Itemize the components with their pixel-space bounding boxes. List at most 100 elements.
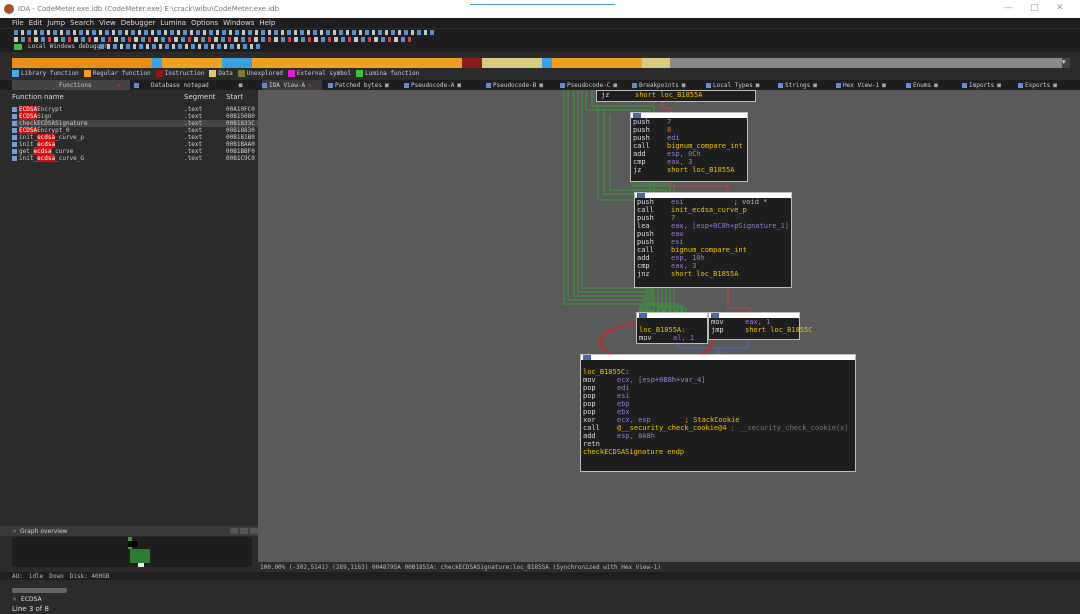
toolbar-1 bbox=[0, 29, 1080, 36]
overview-float-icon[interactable] bbox=[240, 528, 248, 534]
close-icon[interactable]: ✕ bbox=[1056, 3, 1064, 13]
function-row[interactable]: get_ecdsa_curve .text 00B1BBF0 bbox=[12, 148, 258, 155]
function-segment: .text bbox=[184, 134, 203, 141]
navigation-band[interactable]: ▾ bbox=[12, 58, 1070, 68]
tab-functions[interactable]: Functions ✕ bbox=[12, 80, 130, 90]
graph-status-bar: 100.00% (-302,5141) (289,1163) 0048795A … bbox=[258, 562, 1080, 572]
function-icon bbox=[12, 114, 17, 119]
function-icon bbox=[12, 135, 17, 140]
tab-hex-view-1[interactable]: Hex View-1 ■ bbox=[836, 80, 902, 90]
functions-list: ECDSAEncrypt .text 00A10FC0 ECDSASign .text 0… bbox=[12, 106, 258, 162]
menu-windows[interactable]: Windows bbox=[223, 19, 254, 27]
ida-graph-view[interactable]: jz short loc_B1855A push 7 push 8 push edi c… bbox=[258, 90, 1080, 562]
direction: Down bbox=[49, 572, 64, 580]
menu-lumina[interactable]: Lumina bbox=[160, 19, 186, 27]
debug-toolbar-icons[interactable] bbox=[100, 44, 260, 49]
function-start: 00B15080 bbox=[226, 113, 255, 120]
function-icon bbox=[12, 107, 17, 112]
toolbar-2 bbox=[0, 36, 1080, 43]
function-start: 00B1B1B0 bbox=[226, 134, 255, 141]
function-icon bbox=[12, 121, 17, 126]
functions-scrollbar[interactable] bbox=[12, 588, 67, 593]
tab-database-notepad[interactable]: Database notepad ■ bbox=[134, 80, 254, 90]
function-row[interactable]: init_ecdsa_curve_p .text 00B1B1B0 bbox=[12, 134, 258, 141]
node-init-ecdsa-curve[interactable]: push esi; void * call init_ecdsa_curve_p p… bbox=[634, 192, 792, 288]
minimize-icon[interactable]: — bbox=[1004, 3, 1013, 13]
menu-options[interactable]: Options bbox=[191, 19, 218, 27]
tab-enums[interactable]: Enums ■ bbox=[906, 80, 958, 90]
menu-view[interactable]: View bbox=[99, 19, 116, 27]
ida-app-icon bbox=[4, 4, 14, 14]
functions-panel: Function name Segment Start ECDSAEncrypt… bbox=[0, 90, 258, 613]
node-bignum-compare-1[interactable]: push 7 push 8 push edi call bignum_compare_i… bbox=[630, 112, 748, 182]
function-row[interactable]: init_ecdsa_curve_G .text 00B1C9C0 bbox=[12, 155, 258, 162]
title-bar: IDA - CodeMeter.exe.idb (CodeMeter.exe) … bbox=[0, 0, 1080, 18]
graph-overview[interactable] bbox=[12, 537, 252, 567]
menu-jump[interactable]: Jump bbox=[47, 19, 65, 27]
line-info: Line 3 of 8 bbox=[12, 605, 49, 613]
au-label: AU: bbox=[12, 572, 23, 580]
legend-instruction: Instruction bbox=[155, 69, 204, 77]
filter-bar[interactable]: ✕ ECDSA bbox=[12, 595, 42, 604]
menu-bar: File Edit Jump Search View Debugger Lumi… bbox=[0, 18, 1080, 28]
tab-ida-view-a[interactable]: IDA View-A ✕ bbox=[262, 80, 322, 90]
function-icon bbox=[12, 142, 17, 147]
function-start: 00A10FC0 bbox=[226, 106, 255, 113]
graph-overview-title: Graph overview bbox=[20, 527, 68, 535]
tab-pseudocode-b[interactable]: Pseudocode-B ■ bbox=[486, 80, 558, 90]
tab-patched-bytes[interactable]: Patched bytes ■ bbox=[328, 80, 398, 90]
col-function-name[interactable]: Function name bbox=[12, 93, 64, 101]
function-icon bbox=[12, 128, 17, 133]
menu-edit[interactable]: Edit bbox=[29, 19, 43, 27]
function-name: get_ecdsa_curve bbox=[19, 148, 74, 155]
node-loc-b1855a[interactable]: loc_B1855A: mov al, 1 bbox=[636, 312, 708, 344]
clear-filter-icon[interactable]: ✕ bbox=[12, 596, 17, 603]
menu-file[interactable]: File bbox=[12, 19, 24, 27]
legend-external: External symbol bbox=[287, 69, 351, 77]
overview-close-icon[interactable] bbox=[250, 528, 258, 534]
node-loc-b1855c[interactable]: loc_B1855C: mov ecx, [esp+0B8h+var_4] pop… bbox=[580, 354, 856, 472]
node-jz-top[interactable]: jz short loc_B1855A bbox=[596, 90, 756, 102]
col-segment[interactable]: Segment bbox=[184, 93, 216, 101]
menu-search[interactable]: Search bbox=[70, 19, 94, 27]
legend-data: Data bbox=[209, 69, 233, 77]
menu-debugger[interactable]: Debugger bbox=[121, 19, 156, 27]
function-name: checkECDSASignature bbox=[19, 120, 88, 127]
tab-pseudocode-c[interactable]: Pseudocode-C ■ bbox=[560, 80, 628, 90]
tab-strings[interactable]: Strings ■ bbox=[778, 80, 830, 90]
graph-overview-header: ✕ Graph overview bbox=[0, 526, 258, 536]
function-name: ECDSAEncrypt_0 bbox=[19, 127, 70, 134]
legend-unexplored: Unexplored bbox=[237, 69, 283, 77]
close-overview-icon[interactable]: ✕ bbox=[12, 528, 17, 535]
tab-exports[interactable]: Exports ■ bbox=[1018, 80, 1076, 90]
function-segment: .text bbox=[184, 113, 203, 120]
toolbar-icons-1[interactable] bbox=[14, 30, 434, 35]
col-start[interactable]: Start bbox=[226, 93, 243, 101]
toolbar-icons-2[interactable] bbox=[14, 37, 414, 42]
legend-regular: Regular function bbox=[83, 69, 151, 77]
tab-local-types[interactable]: Local Types ■ bbox=[706, 80, 776, 90]
function-row[interactable]: ECDSASign .text 00B15080 bbox=[12, 113, 258, 120]
tab-breakpoints[interactable]: Breakpoints ■ bbox=[632, 80, 702, 90]
toolbar-3: Local Windows debugger bbox=[0, 43, 1080, 52]
function-segment: .text bbox=[184, 141, 203, 148]
menu-help[interactable]: Help bbox=[259, 19, 275, 27]
function-name: init_ecdsa bbox=[19, 141, 56, 148]
function-row[interactable]: ECDSAEncrypt_0 .text 00B18830 bbox=[12, 127, 258, 134]
node-jmp-b1855c[interactable]: mov eax, 1 jmp short loc_B1855C bbox=[708, 312, 812, 340]
function-row[interactable]: checkECDSASignature .text 00B1833C bbox=[12, 120, 258, 127]
maximize-icon[interactable]: □ bbox=[1030, 3, 1039, 13]
overview-restore-icon[interactable] bbox=[230, 528, 238, 534]
start-debug-icon[interactable] bbox=[14, 44, 22, 50]
legend-lumina: Lumina function bbox=[356, 69, 419, 77]
tab-imports[interactable]: Imports ■ bbox=[962, 80, 1016, 90]
debugger-select[interactable]: Local Windows debugger bbox=[28, 43, 107, 50]
function-start: 00B1C9C0 bbox=[226, 155, 255, 162]
function-row[interactable]: ECDSAEncrypt .text 00A10FC0 bbox=[12, 106, 258, 113]
function-row[interactable]: init_ecdsa .text 00B1BAA0 bbox=[12, 141, 258, 148]
tab-pseudocode-a[interactable]: Pseudocode-A ■ bbox=[404, 80, 484, 90]
function-name: ECDSAEncrypt bbox=[19, 106, 63, 113]
filter-text: ECDSA bbox=[21, 596, 42, 603]
functions-header: Function name Segment Start bbox=[0, 93, 258, 103]
function-icon bbox=[12, 156, 17, 161]
